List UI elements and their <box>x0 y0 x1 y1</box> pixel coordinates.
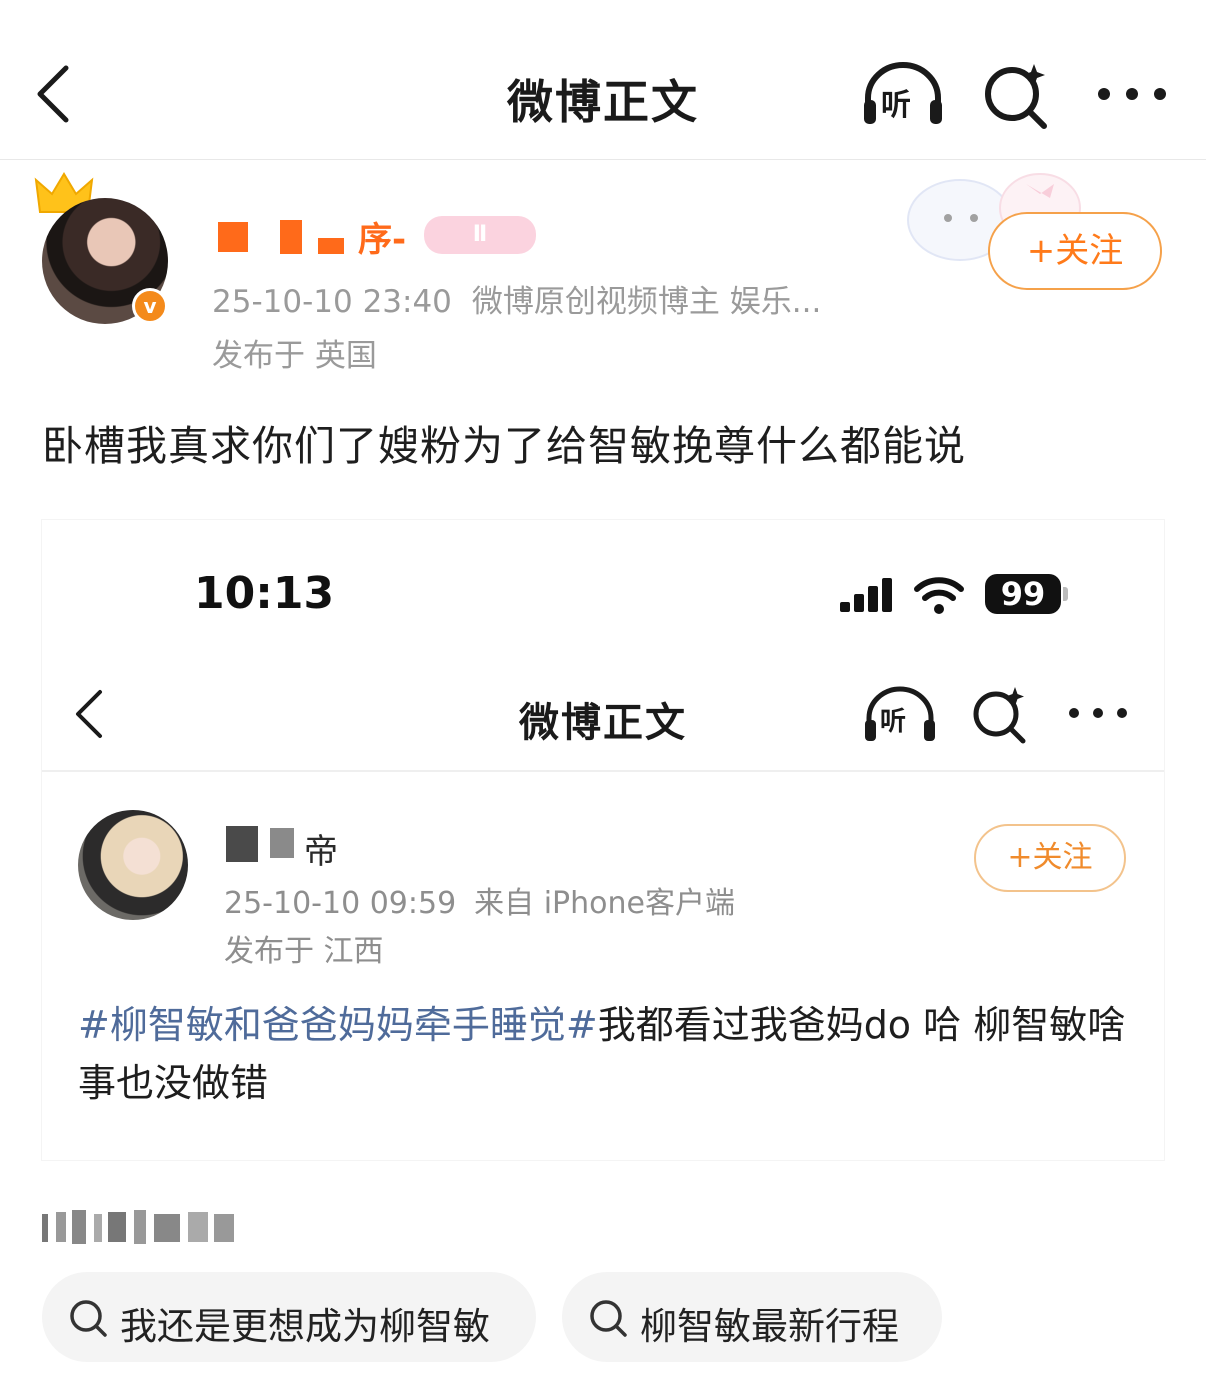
embedded-post-location: 发布于 江西 <box>224 934 384 969</box>
member-level-badge: Ⅱ <box>424 216 536 254</box>
author-name[interactable]: 序- Ⅱ <box>212 212 542 260</box>
battery-tip <box>1063 587 1068 601</box>
verified-badge-icon: v <box>132 288 168 324</box>
search-icon <box>590 1300 627 1337</box>
embedded-screenshot[interactable]: 10:13 99 微博正文 听 帝 25-10-10 09:59 来自 iPho… <box>42 520 1164 1160</box>
author-name-text: 序- <box>358 220 407 260</box>
search-sparkle-icon[interactable] <box>982 60 1052 130</box>
name-redaction <box>270 828 294 858</box>
name-redaction <box>226 826 258 862</box>
embedded-post-meta: 25-10-10 09:59 来自 iPhone客户端 <box>224 878 735 922</box>
cellular-signal-icon <box>840 578 892 612</box>
embedded-nav: 微博正文 听 <box>42 670 1164 772</box>
embedded-post-time: 25-10-10 09:59 <box>224 886 457 921</box>
name-redaction <box>218 222 248 252</box>
more-options-icon[interactable] <box>1066 698 1130 728</box>
status-time: 10:13 <box>194 568 335 619</box>
top-nav: 微博正文 听 <box>0 0 1206 160</box>
name-redaction <box>318 238 344 254</box>
embedded-author-avatar[interactable] <box>78 810 188 920</box>
follow-button[interactable]: +关注 <box>988 212 1162 290</box>
post-meta: 25-10-10 23:40 微博原创视频博主 娱乐... <box>212 276 821 321</box>
hashtag-link[interactable]: #柳智敏和爸爸妈妈牵手睡觉# <box>78 1003 598 1047</box>
wifi-icon <box>914 577 964 614</box>
embedded-post-text: #柳智敏和爸爸妈妈牵手睡觉#我都看过我爸妈do 哈 柳智敏啥事也没做错 <box>78 996 1128 1112</box>
redacted-text <box>42 1210 234 1244</box>
post-time: 25-10-10 23:40 <box>212 284 452 320</box>
embedded-follow-button[interactable]: +关注 <box>974 824 1126 892</box>
embedded-post-source: 来自 iPhone客户端 <box>474 886 735 921</box>
name-redaction <box>280 220 302 254</box>
listen-label: 听 <box>880 707 907 737</box>
related-search-label: 柳智敏最新行程 <box>640 1305 899 1348</box>
post-text: 卧槽我真求你们了嫂粉为了给智敏挽尊什么都能说 <box>42 422 966 470</box>
author-description: 微博原创视频博主 娱乐... <box>471 284 822 320</box>
related-search-label: 我还是更想成为柳智敏 <box>120 1305 490 1348</box>
related-search-chip[interactable]: 我还是更想成为柳智敏 <box>42 1272 536 1362</box>
listen-label: 听 <box>881 88 911 123</box>
search-sparkle-icon[interactable] <box>970 684 1030 744</box>
embedded-author-name[interactable]: 帝 <box>222 822 422 872</box>
post-location: 发布于 英国 <box>212 338 377 374</box>
listen-headphones-button[interactable]: 听 <box>862 684 938 742</box>
listen-headphones-button[interactable]: 听 <box>860 60 946 126</box>
battery-icon: 99 <box>985 574 1061 614</box>
search-icon <box>70 1300 107 1337</box>
embedded-author-name-text: 帝 <box>304 832 338 872</box>
related-search-chip[interactable]: 柳智敏最新行程 <box>562 1272 942 1362</box>
more-options-icon[interactable] <box>1094 76 1170 112</box>
